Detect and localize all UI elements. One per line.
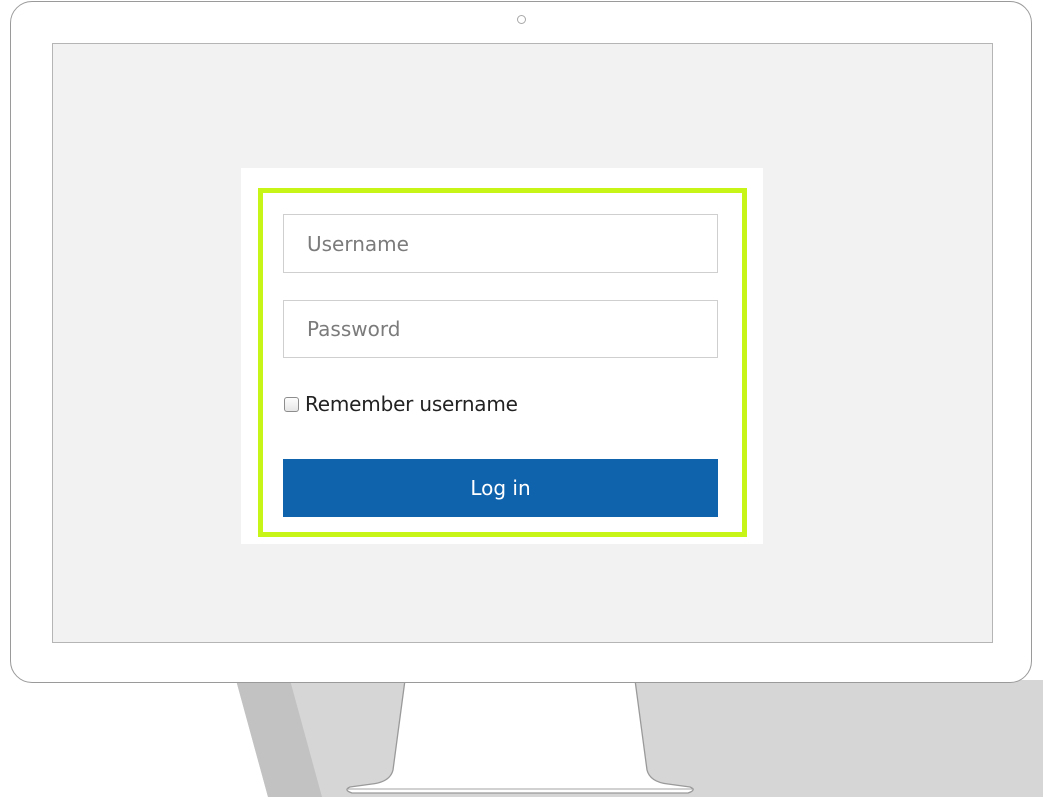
log-in-button[interactable]: Log in [283, 459, 718, 517]
remember-username-label[interactable]: Remember username [305, 392, 518, 416]
remember-username-row[interactable]: Remember username [284, 390, 518, 418]
password-input[interactable] [283, 300, 718, 358]
webcam-icon [517, 15, 526, 24]
username-input[interactable] [283, 214, 718, 273]
monitor-illustration: Remember username Log in [0, 0, 1043, 797]
remember-username-checkbox[interactable] [284, 397, 299, 412]
